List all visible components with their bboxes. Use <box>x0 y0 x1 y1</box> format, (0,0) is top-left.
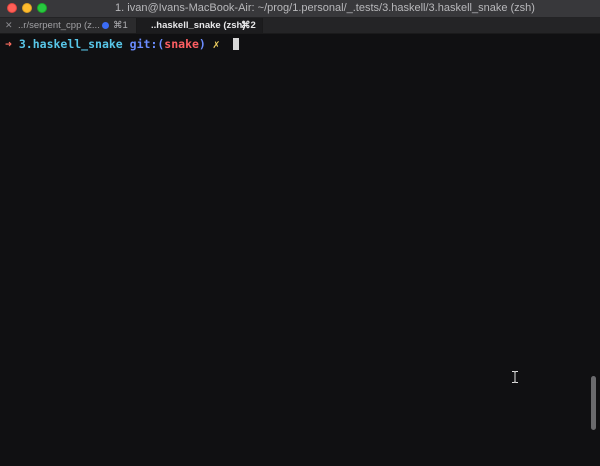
tab-shortcut: ⌘1 <box>113 20 128 31</box>
prompt-git-suffix: ) <box>198 37 206 51</box>
tab-label: ..r/serpent_cpp (z... <box>18 20 100 31</box>
tab-close-icon[interactable]: ✕ <box>5 18 13 33</box>
zoom-window-button[interactable] <box>37 3 47 13</box>
prompt-line: ➜ 3.haskell_snake git:(snake) ✗ <box>5 37 239 51</box>
tab-haskell-snake[interactable]: ..haskell_snake (zsh) ⌘2 <box>137 18 263 33</box>
tab-bar: ✕ ..r/serpent_cpp (z... ⌘1 ..haskell_sna… <box>0 18 600 34</box>
terminal-window: 1. ivan@Ivans-MacBook-Air: ~/prog/1.pers… <box>0 0 600 466</box>
minimize-window-button[interactable] <box>22 3 32 13</box>
tab-serpent-cpp[interactable]: ✕ ..r/serpent_cpp (z... ⌘1 <box>0 18 137 33</box>
ibeam-cursor-icon <box>512 371 518 383</box>
prompt-arrow-icon: ➜ <box>5 37 12 51</box>
scrollbar-thumb[interactable] <box>591 376 596 430</box>
dirty-marker-icon: ✗ <box>212 37 220 51</box>
window-title: 1. ivan@Ivans-MacBook-Air: ~/prog/1.pers… <box>115 2 535 14</box>
prompt-git-prefix: git:( <box>129 37 165 51</box>
title-bar[interactable]: 1. ivan@Ivans-MacBook-Air: ~/prog/1.pers… <box>0 0 600 18</box>
text-cursor <box>232 38 239 50</box>
prompt-directory: 3.haskell_snake <box>18 37 123 51</box>
terminal-output[interactable]: ➜ 3.haskell_snake git:(snake) ✗ <box>0 34 600 466</box>
close-window-button[interactable] <box>7 3 17 13</box>
tab-label: ..haskell_snake (zsh) <box>151 20 246 31</box>
prompt-branch: snake <box>164 37 199 51</box>
activity-dot-icon <box>102 22 109 29</box>
tab-shortcut: ⌘2 <box>241 20 256 31</box>
